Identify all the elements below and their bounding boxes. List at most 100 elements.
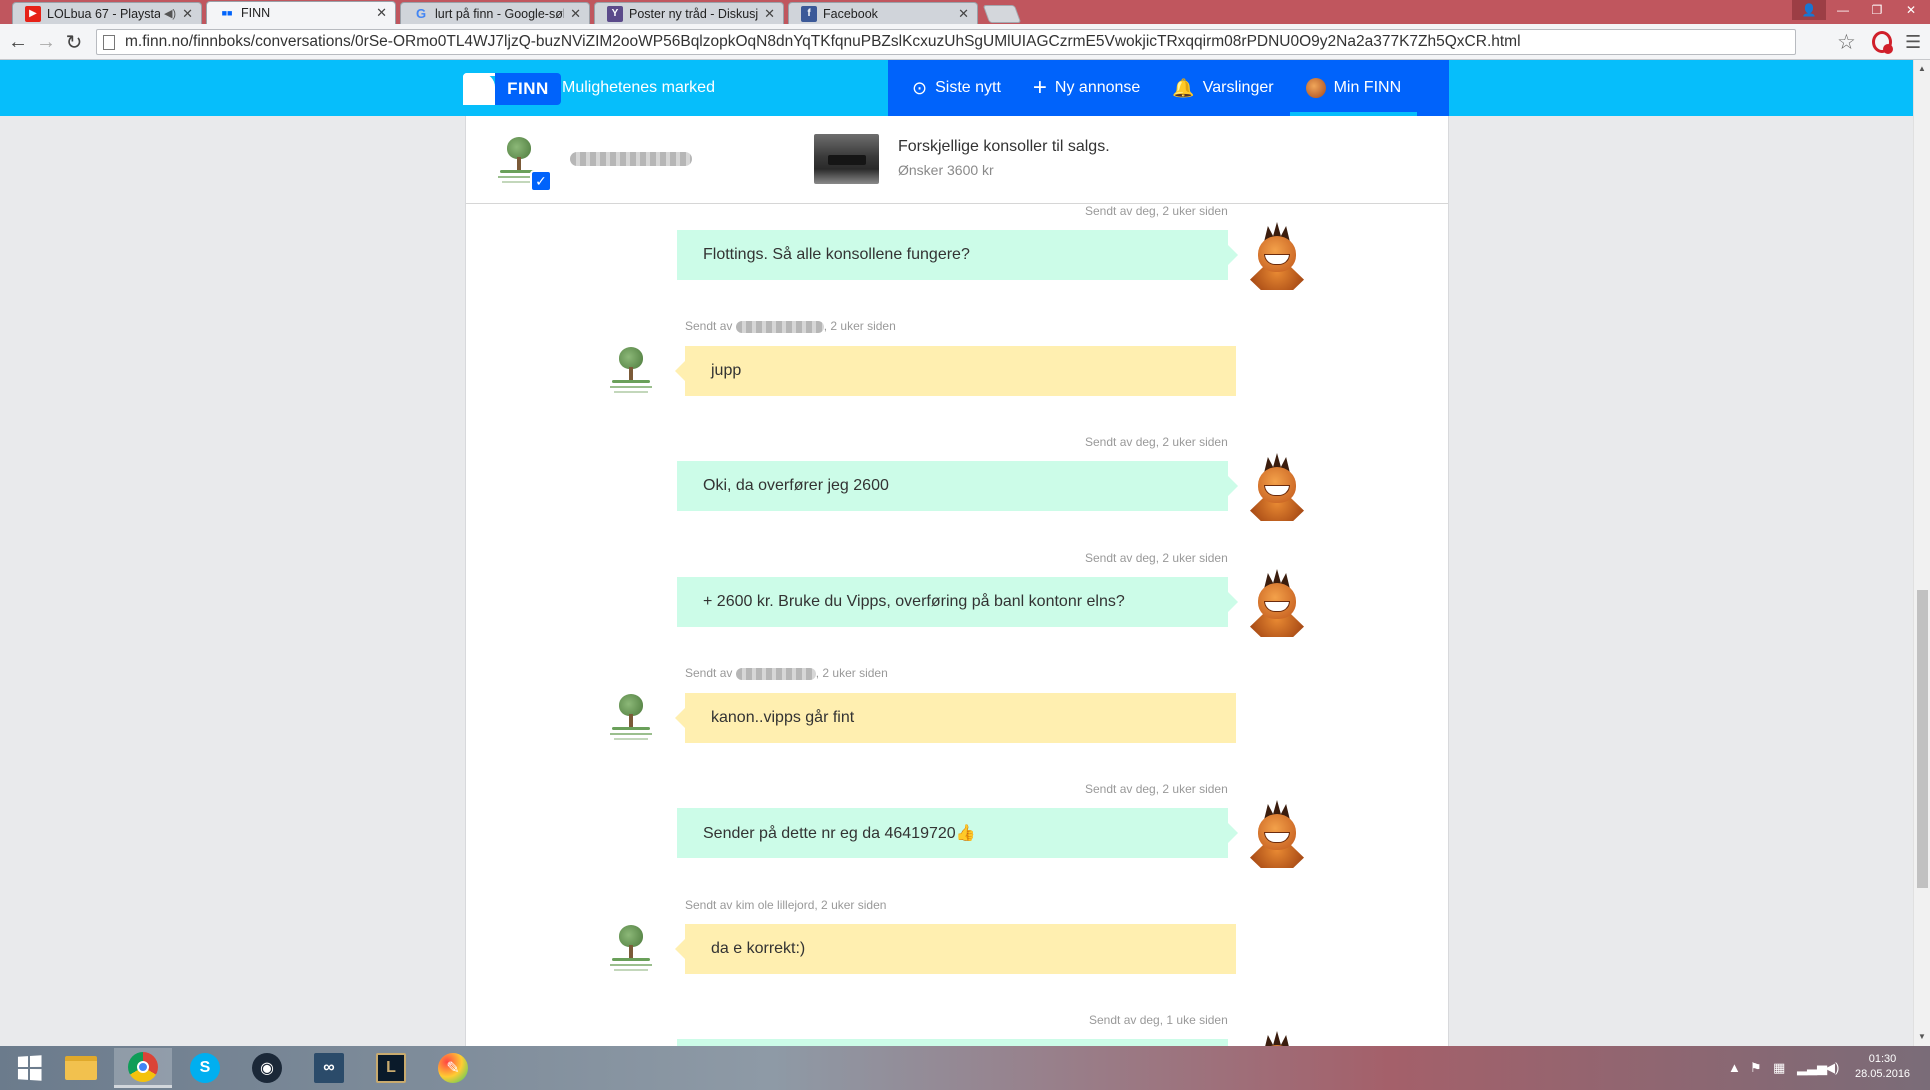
finn-logo-text: FINN: [507, 79, 549, 98]
my-avatar[interactable]: [1244, 222, 1310, 292]
my-avatar[interactable]: [1244, 453, 1310, 523]
ad-thumbnail[interactable]: [814, 134, 879, 184]
clock-time: 01:30: [1868, 1053, 1897, 1065]
browser-tab[interactable]: G lurt på finn - Google-søk ✕: [400, 2, 590, 24]
start-button[interactable]: [0, 1048, 58, 1088]
address-bar[interactable]: m.finn.no/finnboks/conversations/0rSe-OR…: [96, 29, 1796, 55]
my-avatar[interactable]: [1244, 569, 1310, 639]
speaker-icon[interactable]: ◀): [164, 7, 176, 20]
steam-icon[interactable]: ◉: [238, 1048, 296, 1088]
browser-tab-active[interactable]: ■■ FINN ✕: [206, 1, 396, 24]
browser-tab[interactable]: ▶ LOLbua 67 - Playstatio ◀) ✕: [12, 2, 202, 24]
nav-label: Siste nytt: [935, 79, 1001, 96]
extension-badge: [1883, 44, 1893, 54]
action-center-flag-icon[interactable]: ⚑: [1750, 1060, 1762, 1076]
nav-ny-annonse[interactable]: + Ny annonse: [1017, 60, 1156, 116]
page-icon: [103, 34, 115, 50]
message-bubble-sent: Flottings. Så alle konsollene fungere?: [677, 230, 1238, 280]
close-tab-icon[interactable]: ✕: [570, 6, 581, 22]
tab-title: Facebook: [823, 6, 878, 21]
message-bubble-received: kanon..vipps går fint: [675, 693, 1236, 743]
conversation-page: ✓ Forskjellige konsoller til salgs. Ønsk…: [465, 116, 1449, 1046]
nav-label: Min FINN: [1333, 79, 1402, 96]
chrome-icon[interactable]: [114, 1048, 172, 1088]
meta-prefix: Sendt av: [685, 319, 733, 333]
finn-header: FINN Mulighetenes marked ⊙ Siste nytt + …: [0, 60, 1913, 116]
message-bubble-sent: Oki, da overfører jeg 2600: [677, 461, 1238, 511]
new-tab-button[interactable]: [982, 5, 1022, 23]
message-bubble-sent: [677, 1039, 1228, 1046]
forward-arrow-icon[interactable]: →: [34, 30, 58, 54]
plus-icon: +: [1032, 74, 1047, 101]
facebook-icon: f: [801, 5, 817, 22]
browser-tab[interactable]: f Facebook ✕: [788, 2, 978, 24]
scroll-up-arrow-icon[interactable]: ▲: [1918, 64, 1926, 73]
nav-label: Varslinger: [1202, 79, 1274, 96]
meta-suffix: , 2 uker siden: [815, 666, 888, 680]
tab-title: FINN: [241, 6, 271, 20]
finn-tagline: Mulighetenes marked: [562, 79, 715, 96]
forum-icon: Y: [607, 5, 623, 22]
finn-logo[interactable]: FINN: [463, 73, 561, 105]
user-profile-icon[interactable]: 👤: [1792, 0, 1826, 20]
page-scrollbar[interactable]: ▲ ▼: [1913, 60, 1930, 1046]
message-text: kanon..vipps går fint: [711, 709, 855, 726]
close-window-button[interactable]: ✕: [1894, 0, 1928, 20]
network-icon[interactable]: ▂▃▅: [1797, 1060, 1827, 1076]
message-meta: Sendt av deg, 2 uker siden: [1085, 435, 1228, 449]
close-tab-icon[interactable]: ✕: [376, 5, 387, 21]
finn-main-nav: ⊙ Siste nytt + Ny annonse 🔔 Varslinger M…: [888, 60, 1449, 116]
message-meta: Sendt av deg, 2 uker siden: [1085, 204, 1228, 218]
message-meta: Sendt av , 2 uker siden: [685, 666, 888, 680]
my-avatar[interactable]: [1244, 800, 1310, 870]
browser-tab[interactable]: Y Poster ny tråd - Diskusjon ✕: [594, 2, 784, 24]
meta-prefix: Sendt av: [685, 666, 733, 680]
message-meta: Sendt av kim ole lillejord, 2 uker siden: [685, 898, 887, 912]
my-avatar[interactable]: [1244, 1031, 1310, 1046]
close-tab-icon[interactable]: ✕: [764, 6, 775, 22]
seller-avatar[interactable]: [602, 342, 658, 398]
google-icon: G: [415, 6, 427, 21]
windows-store-icon[interactable]: ▦: [1773, 1060, 1785, 1076]
redacted-name: [735, 320, 824, 333]
url-text: m.finn.no/finnboks/conversations/0rSe-OR…: [125, 33, 1521, 50]
nav-label: Ny annonse: [1054, 79, 1141, 96]
system-clock[interactable]: 01:30 28.05.2016: [1855, 1052, 1910, 1082]
clock-icon: ⊙: [912, 77, 928, 98]
seller-avatar[interactable]: [602, 920, 658, 976]
ad-title[interactable]: Forskjellige konsoller til salgs.: [898, 138, 1110, 156]
back-arrow-icon[interactable]: ←: [6, 30, 30, 54]
minimize-button[interactable]: —: [1826, 0, 1860, 20]
conversation-header: ✓ Forskjellige konsoller til salgs. Ønsk…: [466, 116, 1448, 204]
nav-varslinger[interactable]: 🔔 Varslinger: [1156, 60, 1289, 116]
meta-suffix: , 2 uker siden: [823, 319, 896, 333]
verified-check-icon: ✓: [530, 170, 552, 192]
paint-icon[interactable]: ✎: [424, 1048, 482, 1088]
nav-siste-nytt[interactable]: ⊙ Siste nytt: [896, 60, 1017, 116]
league-icon[interactable]: L: [362, 1048, 420, 1088]
ad-price: Ønsker 3600 kr: [898, 162, 994, 178]
clock-date: 28.05.2016: [1855, 1068, 1911, 1080]
message-text: + 2600 kr. Bruke du Vipps, overføring på…: [703, 593, 1125, 610]
restore-button[interactable]: ❐: [1860, 0, 1894, 20]
message-text: Oki, da overfører jeg 2600: [703, 477, 889, 494]
seller-avatar[interactable]: [602, 689, 658, 745]
browser-toolbar: ← → ↻ m.finn.no/finnboks/conversations/0…: [0, 24, 1930, 60]
file-explorer-icon[interactable]: [52, 1048, 110, 1088]
message-bubble-received: jupp: [675, 346, 1236, 396]
scroll-down-arrow-icon[interactable]: ▼: [1918, 1032, 1926, 1041]
skype-icon[interactable]: S: [176, 1048, 234, 1088]
message-bubble-sent: + 2600 kr. Bruke du Vipps, overføring på…: [677, 577, 1238, 627]
message-meta: Sendt av , 2 uker siden: [685, 319, 896, 333]
tab-title: lurt på finn - Google-søk: [435, 6, 565, 21]
show-hidden-icons-icon[interactable]: ▲: [1728, 1060, 1741, 1075]
chrome-menu-icon[interactable]: ☰: [1905, 32, 1921, 53]
vs-icon[interactable]: ∞: [300, 1048, 358, 1088]
volume-icon[interactable]: ◀): [1825, 1060, 1839, 1076]
close-tab-icon[interactable]: ✕: [958, 6, 969, 22]
bookmark-star-icon[interactable]: ☆: [1837, 30, 1856, 55]
close-tab-icon[interactable]: ✕: [182, 6, 193, 22]
scroll-thumb[interactable]: [1917, 590, 1928, 888]
nav-min-finn[interactable]: Min FINN: [1289, 60, 1418, 116]
reload-icon[interactable]: ↻: [62, 30, 86, 54]
